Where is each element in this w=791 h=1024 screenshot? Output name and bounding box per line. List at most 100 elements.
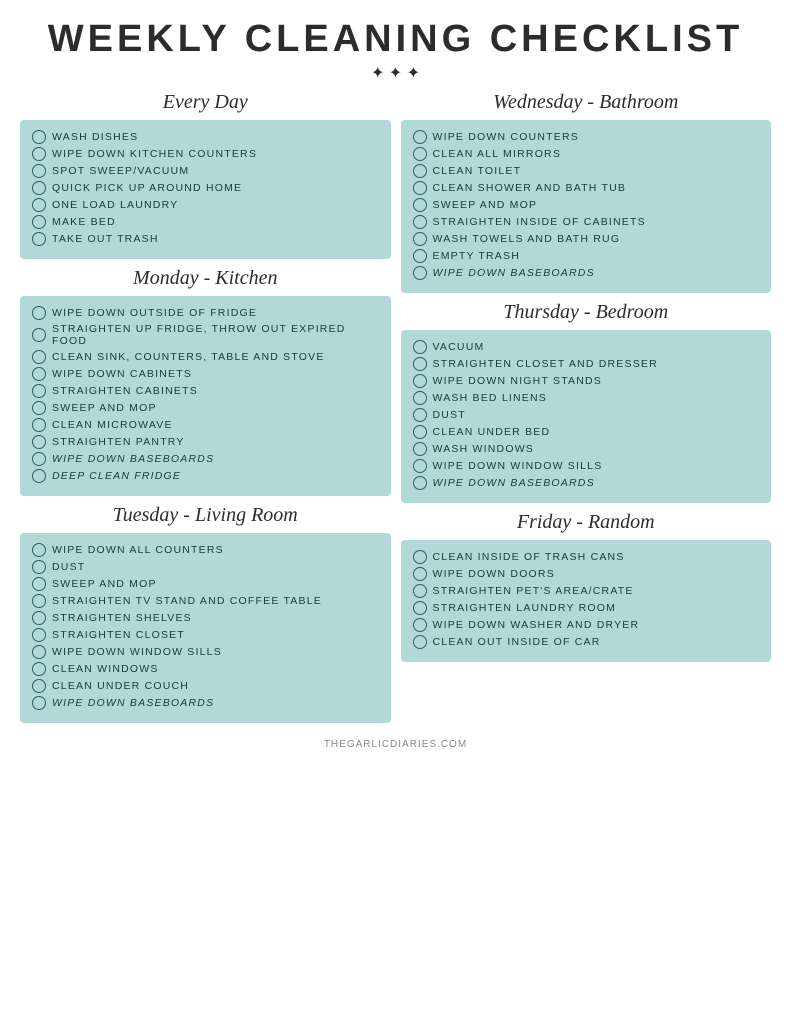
checkbox-circle[interactable] bbox=[32, 696, 46, 710]
right-column: Wednesday - Bathroom WIPE DOWN COUNTERS … bbox=[401, 91, 772, 731]
checkbox-circle[interactable] bbox=[413, 550, 427, 564]
left-column: Every Day WASH DISHES WIPE DOWN KITCHEN … bbox=[20, 91, 391, 731]
list-item: WASH DISHES bbox=[32, 130, 379, 144]
checkbox-circle[interactable] bbox=[413, 476, 427, 490]
checkbox-circle[interactable] bbox=[32, 418, 46, 432]
list-item: WIPE DOWN BASEBOARDS bbox=[413, 266, 760, 280]
checkbox-circle[interactable] bbox=[32, 469, 46, 483]
checkbox-circle[interactable] bbox=[32, 577, 46, 591]
checkbox-circle[interactable] bbox=[413, 618, 427, 632]
checkbox-circle[interactable] bbox=[413, 266, 427, 280]
list-item: STRAIGHTEN LAUNDRY ROOM bbox=[413, 601, 760, 615]
list-item: WIPE DOWN DOORS bbox=[413, 567, 760, 581]
list-item: WIPE DOWN CABINETS bbox=[32, 367, 379, 381]
list-item: TAKE OUT TRASH bbox=[32, 232, 379, 246]
list-item: DEEP CLEAN FRIDGE bbox=[32, 469, 379, 483]
checkbox-circle[interactable] bbox=[413, 249, 427, 263]
every-day-box: WASH DISHES WIPE DOWN KITCHEN COUNTERS S… bbox=[20, 120, 391, 259]
list-item: CLEAN UNDER COUCH bbox=[32, 679, 379, 693]
checkbox-circle[interactable] bbox=[32, 130, 46, 144]
checkbox-circle[interactable] bbox=[32, 147, 46, 161]
list-item: STRAIGHTEN PANTRY bbox=[32, 435, 379, 449]
checkbox-circle[interactable] bbox=[32, 350, 46, 364]
list-item: STRAIGHTEN INSIDE OF CABINETS bbox=[413, 215, 760, 229]
list-item: WIPE DOWN OUTSIDE OF FRIDGE bbox=[32, 306, 379, 320]
list-item: MAKE BED bbox=[32, 215, 379, 229]
checkbox-circle[interactable] bbox=[32, 560, 46, 574]
checkbox-circle[interactable] bbox=[413, 374, 427, 388]
checkbox-circle[interactable] bbox=[32, 164, 46, 178]
checkbox-circle[interactable] bbox=[32, 679, 46, 693]
list-item: STRAIGHTEN CLOSET AND DRESSER bbox=[413, 357, 760, 371]
checkbox-circle[interactable] bbox=[32, 435, 46, 449]
list-item: ONE LOAD LAUNDRY bbox=[32, 198, 379, 212]
checkbox-circle[interactable] bbox=[32, 232, 46, 246]
checkbox-circle[interactable] bbox=[413, 635, 427, 649]
list-item: CLEAN UNDER BED bbox=[413, 425, 760, 439]
checkbox-circle[interactable] bbox=[32, 384, 46, 398]
list-item: STRAIGHTEN CABINETS bbox=[32, 384, 379, 398]
checkbox-circle[interactable] bbox=[32, 401, 46, 415]
list-item: STRAIGHTEN CLOSET bbox=[32, 628, 379, 642]
list-item: EMPTY TRASH bbox=[413, 249, 760, 263]
tuesday-living-room-section: Tuesday - Living Room WIPE DOWN ALL COUN… bbox=[20, 504, 391, 723]
checkbox-circle[interactable] bbox=[413, 232, 427, 246]
checkbox-circle[interactable] bbox=[32, 662, 46, 676]
checkbox-circle[interactable] bbox=[413, 408, 427, 422]
checkbox-circle[interactable] bbox=[413, 601, 427, 615]
checkbox-circle[interactable] bbox=[32, 367, 46, 381]
checkbox-circle[interactable] bbox=[32, 306, 46, 320]
checkbox-circle[interactable] bbox=[32, 328, 46, 342]
checkbox-circle[interactable] bbox=[32, 645, 46, 659]
list-item: STRAIGHTEN UP FRIDGE, THROW OUT EXPIRED … bbox=[32, 323, 379, 347]
list-item: WIPE DOWN BASEBOARDS bbox=[32, 452, 379, 466]
checkbox-circle[interactable] bbox=[32, 452, 46, 466]
checkbox-circle[interactable] bbox=[32, 611, 46, 625]
list-item: SWEEP AND MOP bbox=[32, 401, 379, 415]
list-item: QUICK PICK UP AROUND HOME bbox=[32, 181, 379, 195]
list-item: STRAIGHTEN SHELVES bbox=[32, 611, 379, 625]
list-item: SPOT SWEEP/VACUUM bbox=[32, 164, 379, 178]
tuesday-living-room-title: Tuesday - Living Room bbox=[20, 504, 391, 527]
checkbox-circle[interactable] bbox=[413, 164, 427, 178]
checkbox-circle[interactable] bbox=[413, 584, 427, 598]
checkbox-circle[interactable] bbox=[413, 567, 427, 581]
checkbox-circle[interactable] bbox=[413, 215, 427, 229]
checkbox-circle[interactable] bbox=[32, 198, 46, 212]
checkbox-circle[interactable] bbox=[413, 357, 427, 371]
list-item: WASH TOWELS AND BATH RUG bbox=[413, 232, 760, 246]
checkbox-circle[interactable] bbox=[32, 594, 46, 608]
list-item: WIPE DOWN NIGHT STANDS bbox=[413, 374, 760, 388]
checkbox-circle[interactable] bbox=[413, 130, 427, 144]
list-item: CLEAN MICROWAVE bbox=[32, 418, 379, 432]
checkbox-circle[interactable] bbox=[413, 442, 427, 456]
checkbox-circle[interactable] bbox=[413, 391, 427, 405]
monday-kitchen-title: Monday - Kitchen bbox=[20, 267, 391, 290]
checkbox-circle[interactable] bbox=[413, 459, 427, 473]
monday-kitchen-box: WIPE DOWN OUTSIDE OF FRIDGE STRAIGHTEN U… bbox=[20, 296, 391, 496]
list-item: VACUUM bbox=[413, 340, 760, 354]
list-item: STRAIGHTEN TV STAND AND COFFEE TABLE bbox=[32, 594, 379, 608]
list-item: WIPE DOWN KITCHEN COUNTERS bbox=[32, 147, 379, 161]
list-item: WIPE DOWN ALL COUNTERS bbox=[32, 543, 379, 557]
checkbox-circle[interactable] bbox=[413, 198, 427, 212]
list-item: CLEAN WINDOWS bbox=[32, 662, 379, 676]
thursday-bedroom-section: Thursday - Bedroom VACUUM STRAIGHTEN CLO… bbox=[401, 301, 772, 503]
checkbox-circle[interactable] bbox=[32, 543, 46, 557]
checkbox-circle[interactable] bbox=[32, 215, 46, 229]
list-item: SWEEP AND MOP bbox=[32, 577, 379, 591]
list-item: DUST bbox=[413, 408, 760, 422]
list-item: WIPE DOWN WASHER AND DRYER bbox=[413, 618, 760, 632]
checkbox-circle[interactable] bbox=[413, 147, 427, 161]
thursday-bedroom-box: VACUUM STRAIGHTEN CLOSET AND DRESSER WIP… bbox=[401, 330, 772, 503]
wednesday-bathroom-box: WIPE DOWN COUNTERS CLEAN ALL MIRRORS CLE… bbox=[401, 120, 772, 293]
checkbox-circle[interactable] bbox=[413, 181, 427, 195]
checkbox-circle[interactable] bbox=[32, 181, 46, 195]
checkbox-circle[interactable] bbox=[32, 628, 46, 642]
checkbox-circle[interactable] bbox=[413, 425, 427, 439]
wednesday-bathroom-section: Wednesday - Bathroom WIPE DOWN COUNTERS … bbox=[401, 91, 772, 293]
friday-random-box: CLEAN INSIDE OF TRASH CANS WIPE DOWN DOO… bbox=[401, 540, 772, 662]
checkbox-circle[interactable] bbox=[413, 340, 427, 354]
list-item: WIPE DOWN WINDOW SILLS bbox=[32, 645, 379, 659]
list-item: CLEAN OUT INSIDE OF CAR bbox=[413, 635, 760, 649]
